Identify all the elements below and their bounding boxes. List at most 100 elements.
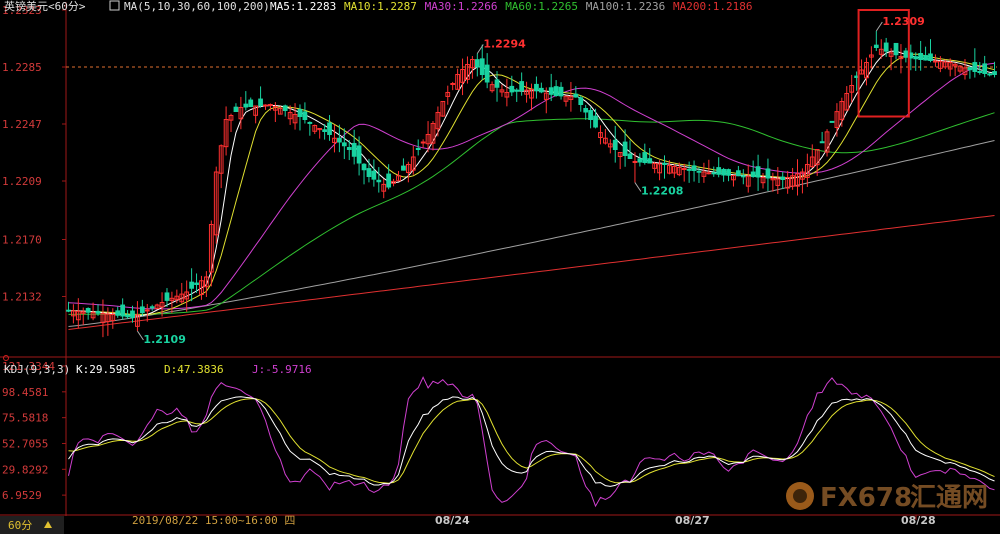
candle-down	[415, 147, 421, 151]
date-label: 08/28	[901, 514, 936, 527]
ma200-line	[68, 215, 995, 330]
candle-down	[721, 168, 726, 176]
price-tick-label: 1.2170	[2, 234, 42, 247]
candle-down	[479, 58, 485, 76]
candle-down	[593, 115, 598, 128]
candle-down	[327, 122, 332, 135]
candle-down	[573, 93, 579, 98]
ma-value-label: MA30:1.2266	[425, 0, 498, 13]
ma60-line	[68, 112, 995, 315]
price-tick-label: 1.2132	[2, 291, 42, 304]
candle-down	[780, 176, 786, 181]
candle-down	[484, 64, 490, 83]
candle-down	[696, 170, 702, 173]
candle-down	[194, 282, 199, 285]
candle-down	[371, 170, 377, 180]
candle-down	[302, 111, 308, 120]
period-label: 60分	[8, 519, 32, 532]
kdj-j-value: J:-5.9716	[252, 363, 312, 376]
candle-down	[992, 71, 997, 76]
candle-down	[691, 165, 697, 172]
candle-down	[514, 89, 520, 92]
candle-down	[829, 120, 835, 123]
candle-up	[632, 161, 638, 163]
candle-up	[450, 83, 456, 85]
candle-down	[548, 87, 554, 95]
annotation-label: 1.2309	[882, 15, 924, 28]
candle-down	[164, 292, 170, 301]
candle-down	[893, 42, 899, 56]
watermark-cn-text: 汇通网	[910, 483, 988, 513]
candle-up	[263, 104, 268, 107]
candle-down	[509, 85, 515, 93]
candle-down	[297, 108, 303, 117]
candle-down	[139, 306, 145, 314]
candle-down	[612, 139, 618, 151]
candle-down	[130, 310, 135, 318]
candle-down	[322, 129, 327, 133]
candle-down	[233, 106, 239, 113]
candle-down	[711, 172, 717, 175]
ma-value-label: MA60:1.2265	[505, 0, 578, 13]
ma100-line	[68, 140, 995, 327]
candle-up	[268, 104, 273, 106]
kdj-d-value: D:47.3836	[164, 363, 224, 376]
annotation-label: 1.2208	[641, 185, 683, 198]
kdj-k-value: K:29.5985	[76, 363, 136, 376]
candle-down	[346, 147, 352, 150]
candle-down	[765, 168, 771, 179]
fx678-logo-icon-inner	[793, 489, 807, 503]
candle-down	[923, 55, 928, 61]
cursor-time-label: 2019/08/22 15:00~16:00 四	[132, 514, 295, 527]
candle-down	[66, 309, 71, 312]
candle-down	[494, 79, 500, 88]
date-label: 08/24	[435, 514, 470, 527]
candle-down	[928, 53, 933, 61]
candle-down	[982, 63, 988, 74]
candle-down	[258, 98, 263, 106]
candle-down	[873, 44, 879, 48]
candle-down	[987, 73, 992, 76]
price-tick-label: 1.2209	[2, 175, 42, 188]
candlestick-series	[66, 31, 997, 338]
candle-down	[662, 162, 667, 166]
candle-down	[736, 170, 741, 177]
candle-down	[120, 304, 126, 317]
candle-down	[149, 306, 155, 309]
chart-axes: 1.23231.22851.22471.22091.21701.2132121.…	[0, 2, 1000, 516]
candle-down	[376, 179, 382, 183]
candle-down	[755, 166, 761, 178]
candle-down	[686, 168, 692, 171]
chart-canvas[interactable]: 1.23231.22851.22471.22091.21701.2132121.…	[0, 0, 1000, 534]
kdj-tick-label: 6.9529	[2, 489, 42, 502]
date-label: 08/27	[675, 514, 710, 527]
settings-icon	[109, 0, 120, 11]
candle-down	[115, 310, 121, 316]
price-tick-label: 1.2285	[2, 61, 42, 74]
candle-up	[681, 168, 687, 170]
candle-down	[903, 50, 909, 58]
kdj-tick-label: 29.8292	[2, 463, 48, 476]
candle-down	[726, 169, 731, 176]
candle-down	[401, 165, 406, 171]
candle-down	[972, 62, 978, 73]
candle-down	[637, 158, 643, 163]
candle-down	[189, 281, 194, 289]
candle-down	[243, 103, 249, 108]
candle-down	[583, 108, 589, 113]
candle-up	[144, 309, 150, 312]
candle-down	[622, 141, 628, 156]
candle-down	[248, 99, 254, 108]
candle-down	[361, 163, 367, 171]
watermark-fx678-text: FX678	[820, 483, 912, 513]
candle-down	[351, 142, 357, 157]
candle-up	[420, 141, 426, 144]
annotation-label: 1.2294	[483, 38, 526, 51]
price-tick-label: 1.2247	[2, 118, 42, 131]
candle-down	[750, 171, 756, 178]
candle-down	[578, 97, 584, 105]
candle-down	[337, 137, 342, 143]
candle-down	[967, 67, 973, 71]
candle-down	[740, 175, 746, 178]
candle-down	[366, 168, 372, 178]
